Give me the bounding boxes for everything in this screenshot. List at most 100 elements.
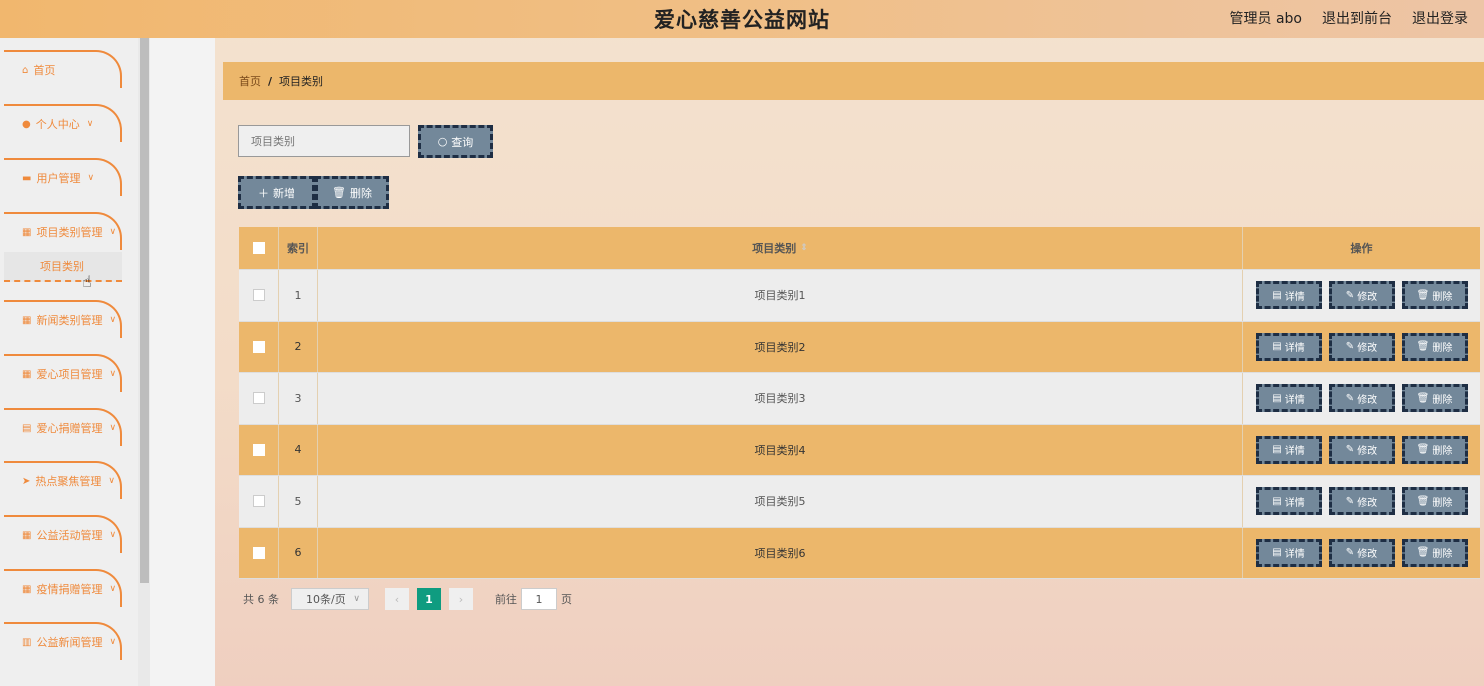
edit-button[interactable]: ✎ 修改	[1328, 332, 1395, 361]
page-number-active[interactable]: 1	[417, 588, 441, 610]
chevron-down-icon: ∨	[87, 173, 95, 183]
sidebar-gap	[150, 38, 215, 686]
document-icon: ▤	[1272, 341, 1282, 353]
delete-label: 删除	[1432, 394, 1453, 406]
edit-label: 修改	[1357, 394, 1378, 406]
sidebar-item-4[interactable]: ▦ 项目类别管理 ∨	[4, 212, 122, 250]
detail-label: 详情	[1284, 549, 1305, 561]
delete-button[interactable]: 🗑 删除	[1401, 332, 1468, 361]
delete-button[interactable]: 🗑 删除	[1401, 435, 1468, 464]
trash-icon: 🗑	[1416, 495, 1430, 507]
sidebar-item-2[interactable]: ● 个人中心 ∨	[4, 104, 122, 142]
sort-icon[interactable]: ⇕	[800, 243, 808, 253]
sidebar-item-10[interactable]: ▦ 疫情捐赠管理 ∨	[4, 569, 122, 607]
sidebar-item-inner: ▦ 项目类别管理 ∨	[4, 224, 120, 240]
search-input[interactable]	[238, 125, 410, 157]
sidebar-item-inner: ▦ 公益活动管理 ∨	[4, 527, 120, 543]
sidebar-item-label: 新闻类别管理	[36, 314, 103, 327]
row-checkbox[interactable]	[252, 340, 265, 353]
edit-button[interactable]: ✎ 修改	[1328, 281, 1395, 310]
trash-icon: 🗑	[1416, 341, 1430, 353]
page-size-select[interactable]: 10条/页 ∨	[291, 588, 369, 610]
row-ops: ▤ 详情 ✎ 修改 🗑 删除	[1243, 528, 1480, 579]
prev-page-button[interactable]: ‹	[385, 588, 409, 610]
edit-button[interactable]: ✎ 修改	[1328, 487, 1395, 516]
bar-chart-icon: ▥	[22, 636, 32, 648]
header-checkbox-cell	[239, 227, 279, 269]
edit-label: 修改	[1357, 446, 1378, 458]
delete-label: 删除	[1432, 343, 1453, 355]
header-name[interactable]: 项目类别 ⇕	[318, 227, 1243, 269]
grid-icon: ▦	[22, 368, 32, 380]
row-name: 项目类别4	[318, 424, 1243, 475]
document-icon: ▤	[1272, 547, 1282, 559]
pencil-icon: ✎	[1345, 495, 1355, 507]
row-checkbox[interactable]	[252, 289, 265, 302]
row-index: 3	[279, 373, 318, 424]
sidebar-item-3[interactable]: ▬ 用户管理 ∨	[4, 158, 122, 196]
row-checkbox[interactable]	[252, 392, 265, 405]
delete-button[interactable]: 🗑 删除	[1401, 487, 1468, 516]
table-row: 1 项目类别1 ▤ 详情 ✎ 修改 🗑 删除	[239, 270, 1480, 322]
sidebar-item-6[interactable]: ▦ 爱心项目管理 ∨	[4, 354, 122, 392]
breadcrumb-separator: /	[268, 74, 273, 88]
breadcrumb: 首页 / 项目类别	[223, 62, 1484, 100]
add-button-label: 新增	[273, 186, 295, 200]
chevron-down-icon: ∨	[86, 119, 94, 129]
row-checkbox[interactable]	[252, 546, 265, 559]
batch-delete-button[interactable]: 🗑 删除	[315, 176, 389, 209]
detail-button[interactable]: ▤ 详情	[1255, 487, 1322, 516]
detail-button[interactable]: ▤ 详情	[1255, 281, 1322, 310]
delete-button[interactable]: 🗑 删除	[1401, 281, 1468, 310]
sidebar-item-5[interactable]: ▦ 新闻类别管理 ∨	[4, 300, 122, 338]
sidebar-item-11[interactable]: ▥ 公益新闻管理 ∨	[4, 622, 122, 660]
sidebar-item-label: 热点聚焦管理	[35, 475, 102, 488]
query-button[interactable]: ○ 查询	[418, 125, 493, 158]
logout-link[interactable]: 退出登录	[1412, 8, 1468, 28]
edit-button[interactable]: ✎ 修改	[1328, 435, 1395, 464]
sidebar-item-label: 爱心捐赠管理	[36, 422, 103, 435]
row-index: 5	[279, 476, 318, 527]
sidebar-item-9[interactable]: ▦ 公益活动管理 ∨	[4, 515, 122, 553]
row-name: 项目类别5	[318, 476, 1243, 527]
delete-button[interactable]: 🗑 删除	[1401, 538, 1468, 567]
sidebar-item-inner: ▤ 爱心捐赠管理 ∨	[4, 420, 120, 436]
document-icon: ▤	[1272, 495, 1282, 507]
row-index: 6	[279, 527, 318, 578]
goto-page-input[interactable]: 1	[521, 588, 557, 610]
sidebar-item-8[interactable]: ➤ 热点聚焦管理 ∨	[4, 461, 122, 499]
chevron-down-icon: ∨	[109, 369, 117, 379]
row-name: 项目类别2	[318, 321, 1243, 372]
back-to-front-link[interactable]: 退出到前台	[1322, 8, 1392, 28]
detail-label: 详情	[1284, 497, 1305, 509]
breadcrumb-home[interactable]: 首页	[239, 73, 261, 89]
sidebar-item-inner: ▬ 用户管理 ∨	[4, 170, 120, 186]
detail-button[interactable]: ▤ 详情	[1255, 384, 1322, 413]
row-checkbox[interactable]	[252, 443, 265, 456]
edit-button[interactable]: ✎ 修改	[1328, 538, 1395, 567]
edit-button[interactable]: ✎ 修改	[1328, 384, 1395, 413]
sidebar-subitem-project-category[interactable]: 项目类别	[4, 252, 122, 282]
sidebar-item-label: 公益新闻管理	[36, 636, 103, 649]
sidebar-scrollbar-thumb[interactable]	[140, 38, 149, 583]
sidebar-item-1[interactable]: ⌂ 首页	[4, 50, 122, 88]
row-checkbox[interactable]	[252, 495, 265, 508]
grid-icon: ▦	[22, 314, 32, 326]
delete-button[interactable]: 🗑 删除	[1401, 384, 1468, 413]
pagination: 共 6 条 10条/页 ∨ ‹ 1 › 前往 1 页	[243, 588, 572, 610]
detail-button[interactable]: ▤ 详情	[1255, 435, 1322, 464]
detail-label: 详情	[1284, 446, 1305, 458]
select-all-checkbox[interactable]	[252, 242, 265, 254]
row-checkbox-cell	[239, 476, 279, 527]
pencil-icon: ✎	[1345, 547, 1355, 559]
chevron-down-icon: ∨	[108, 476, 115, 486]
table-row: 5 项目类别5 ▤ 详情 ✎ 修改 🗑 删除	[239, 476, 1480, 528]
edit-label: 修改	[1357, 497, 1378, 509]
row-checkbox-cell	[239, 270, 279, 321]
sidebar-item-7[interactable]: ▤ 爱心捐赠管理 ∨	[4, 408, 122, 446]
add-button[interactable]: ＋ 新增	[238, 176, 315, 209]
detail-button[interactable]: ▤ 详情	[1255, 332, 1322, 361]
detail-button[interactable]: ▤ 详情	[1255, 538, 1322, 567]
sidebar-item-label: 个人中心	[35, 118, 80, 131]
next-page-button[interactable]: ›	[449, 588, 473, 610]
